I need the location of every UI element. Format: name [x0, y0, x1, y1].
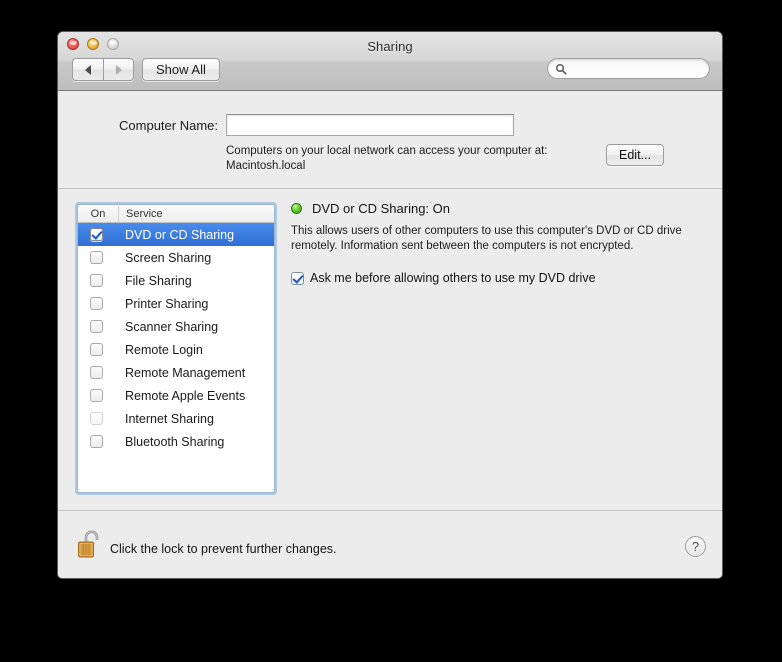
help-button-label: ?: [691, 539, 700, 554]
service-row[interactable]: Printer Sharing: [78, 292, 274, 315]
service-checkbox[interactable]: [90, 343, 103, 356]
back-button[interactable]: [72, 58, 103, 81]
service-row[interactable]: Remote Login: [78, 338, 274, 361]
status-indicator-icon: [291, 202, 302, 214]
service-checkbox[interactable]: [90, 297, 103, 310]
service-list-header: On Service: [78, 205, 274, 223]
sharing-main-area: On Service DVD or CD Sharing Screen Shari…: [58, 189, 722, 511]
service-label: DVD or CD Sharing: [125, 227, 235, 242]
service-row[interactable]: File Sharing: [78, 269, 274, 292]
chevron-left-icon: [85, 64, 91, 75]
network-access-text: Computers on your local network can acce…: [226, 145, 548, 172]
service-detail-pane: DVD or CD Sharing: On This allows users …: [291, 199, 706, 285]
help-button[interactable]: ?: [685, 536, 706, 557]
service-row[interactable]: Remote Management: [78, 361, 274, 384]
chevron-right-icon: [115, 64, 122, 75]
service-row[interactable]: Bluetooth Sharing: [78, 430, 274, 453]
service-label: Remote Login: [125, 342, 203, 357]
service-label: Scanner Sharing: [125, 319, 219, 334]
page-title: Sharing: [367, 39, 413, 54]
ask-before-allowing-checkbox[interactable]: [291, 271, 304, 285]
service-status-title: DVD or CD Sharing: On: [312, 200, 450, 216]
service-checkbox: [90, 412, 103, 425]
service-list[interactable]: On Service DVD or CD Sharing Screen Shari…: [77, 204, 275, 493]
service-status-row: DVD or CD Sharing: On: [291, 199, 706, 217]
navigation-button-group: [72, 58, 134, 81]
service-row[interactable]: Screen Sharing: [78, 246, 274, 269]
service-label: Internet Sharing: [125, 411, 214, 426]
service-label: Remote Apple Events: [125, 388, 246, 403]
service-description: This allows users of other computers to …: [291, 225, 682, 252]
show-all-label: Show All: [156, 62, 206, 77]
service-checkbox[interactable]: [90, 435, 103, 448]
service-label: File Sharing: [125, 273, 192, 288]
lock-hint-text: Click the lock to prevent further change…: [110, 542, 337, 556]
service-checkbox[interactable]: [90, 228, 103, 241]
search-input[interactable]: [571, 61, 699, 76]
ask-before-allowing-checkbox-row[interactable]: Ask me before allowing others to use my …: [291, 271, 706, 285]
computer-name-label: Computer Name:: [119, 118, 218, 133]
column-header-on: On: [78, 205, 119, 222]
column-header-service: Service: [126, 207, 163, 220]
window-titlebar: Sharing Show All: [58, 32, 722, 91]
service-checkbox[interactable]: [90, 389, 103, 402]
service-label: Remote Management: [125, 365, 246, 380]
service-row[interactable]: Remote Apple Events: [78, 384, 274, 407]
search-field[interactable]: [547, 58, 710, 79]
service-list-rows: DVD or CD Sharing Screen Sharing File Shar…: [78, 223, 274, 453]
edit-button[interactable]: Edit...: [606, 144, 664, 166]
sharing-preferences-window: Sharing Show All Computer Name: Computer…: [57, 31, 723, 579]
computer-name-section: Computer Name: Computers on your local n…: [58, 91, 722, 189]
forward-button: [103, 58, 134, 81]
service-checkbox[interactable]: [90, 366, 103, 379]
unlocked-padlock-icon[interactable]: [77, 529, 101, 559]
service-label: Printer Sharing: [125, 296, 209, 311]
preferences-footer: Click the lock to prevent further change…: [58, 511, 722, 577]
ask-before-allowing-label: Ask me before allowing others to use my …: [310, 271, 596, 285]
search-icon: [555, 63, 567, 75]
show-all-button[interactable]: Show All: [142, 58, 220, 81]
service-checkbox[interactable]: [90, 274, 103, 287]
service-row[interactable]: Internet Sharing: [78, 407, 274, 430]
service-label: Screen Sharing: [125, 250, 212, 265]
service-label: Bluetooth Sharing: [125, 434, 225, 449]
service-row[interactable]: DVD or CD Sharing: [78, 223, 274, 246]
service-checkbox[interactable]: [90, 320, 103, 333]
edit-button-label: Edit...: [619, 148, 651, 162]
service-row[interactable]: Scanner Sharing: [78, 315, 274, 338]
service-checkbox[interactable]: [90, 251, 103, 264]
computer-name-input[interactable]: [226, 114, 514, 136]
